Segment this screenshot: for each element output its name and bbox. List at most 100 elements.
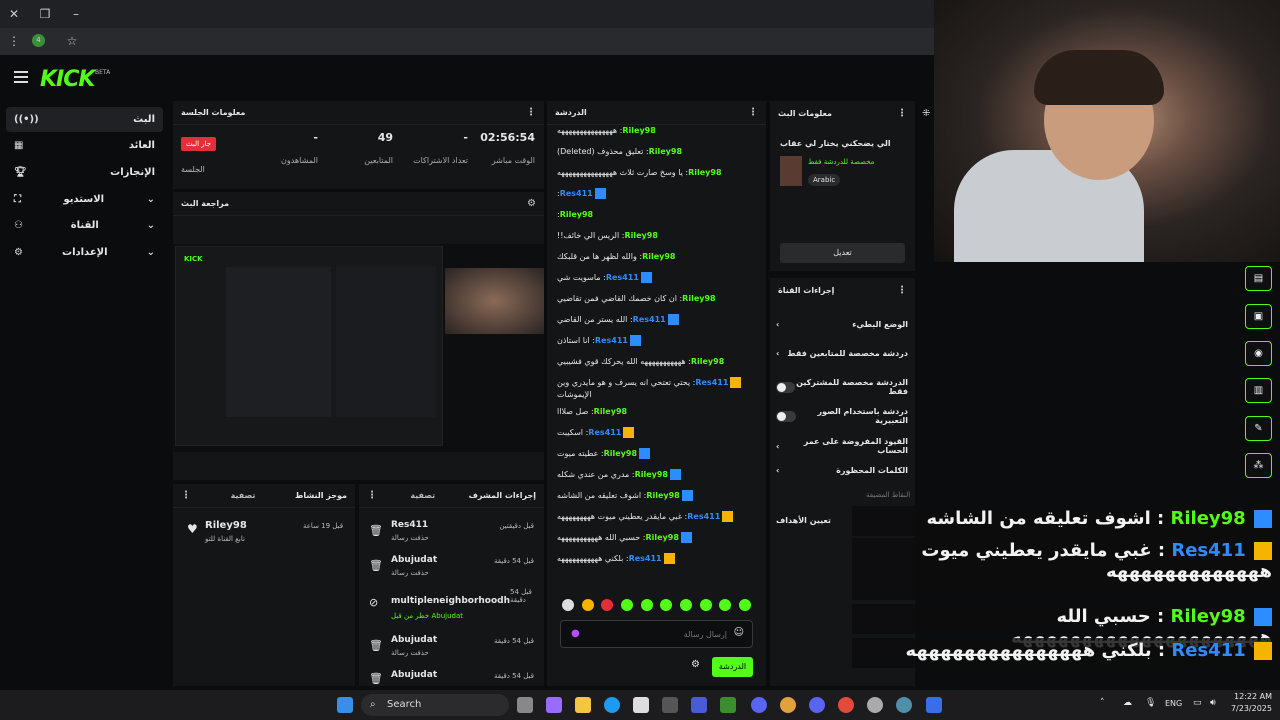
network-icon[interactable]: ▭ [1193,698,1202,708]
mod-user[interactable]: Abujudat [391,555,437,565]
sidebar-item-revenue[interactable]: ▦ العائد [6,133,163,158]
subscribers-only-row[interactable]: الدردشة مخصصة للمشتركين فقط [776,378,908,396]
kebab-icon[interactable]: ⋮ [748,107,758,118]
clock-time[interactable]: 12:22 AM [1228,692,1272,701]
mic-icon[interactable]: ● [571,628,580,639]
chat-username[interactable]: Res411 [633,315,666,324]
app-icon[interactable] [867,697,883,713]
edge-icon[interactable] [604,697,620,713]
chrome-icon[interactable] [838,697,854,713]
sidebar-item-channel[interactable]: ⚇ القناة ⌄ [6,213,163,238]
broadcast-icon[interactable]: ◉ [1245,341,1272,366]
chrome-icon[interactable] [780,697,796,713]
mod-user[interactable]: Res411 [391,520,428,530]
edit-button[interactable]: تعديل [780,243,905,263]
restore-icon[interactable]: ❐ [37,6,53,22]
taskbar-search[interactable]: ⌕ Search [361,694,509,716]
chat-username[interactable]: Res411 [606,273,639,282]
extension-badge[interactable]: 4 [32,34,45,47]
kebab-icon[interactable]: ⋮ [897,108,907,119]
mic-icon[interactable]: 🎙︎ [1145,698,1156,708]
clock-date[interactable]: 7/23/2025 [1228,704,1272,713]
account-age-row[interactable]: القيود المفروضة على عمر الحساب › [776,437,908,455]
emoji-icon[interactable]: ☺ [734,627,744,638]
discord-icon[interactable] [809,697,825,713]
emote-icon[interactable] [699,599,712,611]
settings-icon[interactable]: ⚙ [527,198,536,209]
mod-user[interactable]: Abujudat [391,635,437,645]
chat-username[interactable]: Riley98 [688,168,721,177]
chat-username[interactable]: Riley98 [560,210,593,219]
chat-username[interactable]: Res411 [560,189,593,198]
emote-icon[interactable] [719,599,732,611]
set-goals-label[interactable]: تعيين الأهداف [776,516,831,525]
share-icon[interactable]: ⁂ [1245,453,1272,478]
chat-username[interactable]: Res411 [595,336,628,345]
emote-icon[interactable] [620,599,633,611]
chat-username[interactable]: Riley98 [682,294,715,303]
chat-username[interactable]: Riley98 [649,147,682,156]
layout-icon[interactable]: ▥ [1245,378,1272,403]
discord-icon[interactable] [751,697,767,713]
kebab-icon[interactable]: ⋮ [6,33,22,49]
chat-username[interactable]: Res411 [629,554,662,563]
minecraft-icon[interactable] [720,697,736,713]
language-indicator[interactable]: ENG [1165,699,1182,708]
chat-username[interactable]: Res411 [695,378,728,387]
kebab-icon[interactable]: ⋮ [526,107,536,118]
emote-icon[interactable] [738,599,751,611]
windows-start-icon[interactable] [337,697,353,713]
note-icon[interactable]: ▤ [1245,266,1272,291]
sidebar-item-stream[interactable]: ((•)) البث [6,107,163,132]
stream-category[interactable]: مخصصة للدردشة فقط [808,158,874,166]
slow-mode-row[interactable]: الوضع البطيء › [776,320,908,329]
filter-button[interactable]: تصفية [410,491,435,500]
tray-chevron-icon[interactable]: ˄ [1100,698,1105,708]
emote-icon[interactable] [562,599,574,611]
kick-logo[interactable]: KICK [40,67,95,92]
emote-icon[interactable] [601,599,614,611]
close-tab-icon[interactable]: ✕ [6,6,22,22]
volume-icon[interactable]: 🔊︎ [1210,698,1216,708]
task-view-icon[interactable] [517,697,533,713]
mod-user[interactable]: Abujudat [391,670,437,680]
menu-icon[interactable] [14,71,28,83]
app-icon[interactable] [691,697,707,713]
filter-button[interactable]: تصفية [231,491,256,500]
emote-icon[interactable] [581,599,594,611]
sidebar-item-achievements[interactable]: 🏆︎ الإنجازات [6,160,163,185]
sidebar-item-settings[interactable]: ⚙ الإعدادات ⌄ [6,240,163,265]
cloud-icon[interactable]: ☁ [1123,698,1132,708]
chat-username[interactable]: Riley98 [604,449,637,458]
chat-username[interactable]: Riley98 [594,407,627,416]
send-chat-button[interactable]: الدردشة [712,657,753,677]
mod-user[interactable]: multipleneighborhoodh [391,596,510,606]
emote-only-toggle[interactable] [776,410,796,422]
copilot-icon[interactable] [546,697,562,713]
app-icon[interactable] [662,697,678,713]
kebab-icon[interactable]: ⋮ [367,490,377,501]
gear-icon[interactable]: ⚙ [691,659,700,670]
chat-bubble-icon[interactable]: ▣ [1245,304,1272,329]
chat-username[interactable]: Riley98 [622,126,655,135]
star-icon[interactable]: ☆ [64,33,80,49]
activity-user[interactable]: Riley98 [205,520,247,531]
stream-preview-video[interactable]: KICK [173,244,544,452]
chat-username[interactable]: Riley98 [646,491,679,500]
dock-icon[interactable]: ⁜ [922,108,930,119]
chat-username[interactable]: Riley98 [624,231,657,240]
chat-input[interactable] [587,626,727,642]
kebab-icon[interactable]: ⋮ [181,490,191,501]
chat-username[interactable]: Riley98 [691,357,724,366]
banned-words-row[interactable]: الكلمات المحظورة › [776,466,908,475]
emote-icon[interactable] [660,599,673,611]
kebab-icon[interactable]: ⋮ [897,285,907,296]
chat-username[interactable]: Riley98 [642,252,675,261]
explorer-icon[interactable] [575,697,591,713]
app-icon[interactable] [926,697,942,713]
store-icon[interactable] [633,697,649,713]
minimize-icon[interactable]: – [68,6,84,22]
followers-only-row[interactable]: دردشة مخصصة للمتابعين فقط › [776,349,908,358]
chat-username[interactable]: Riley98 [635,470,668,479]
sidebar-item-studio[interactable]: ⛶ الاستديو ⌄ [6,187,163,212]
